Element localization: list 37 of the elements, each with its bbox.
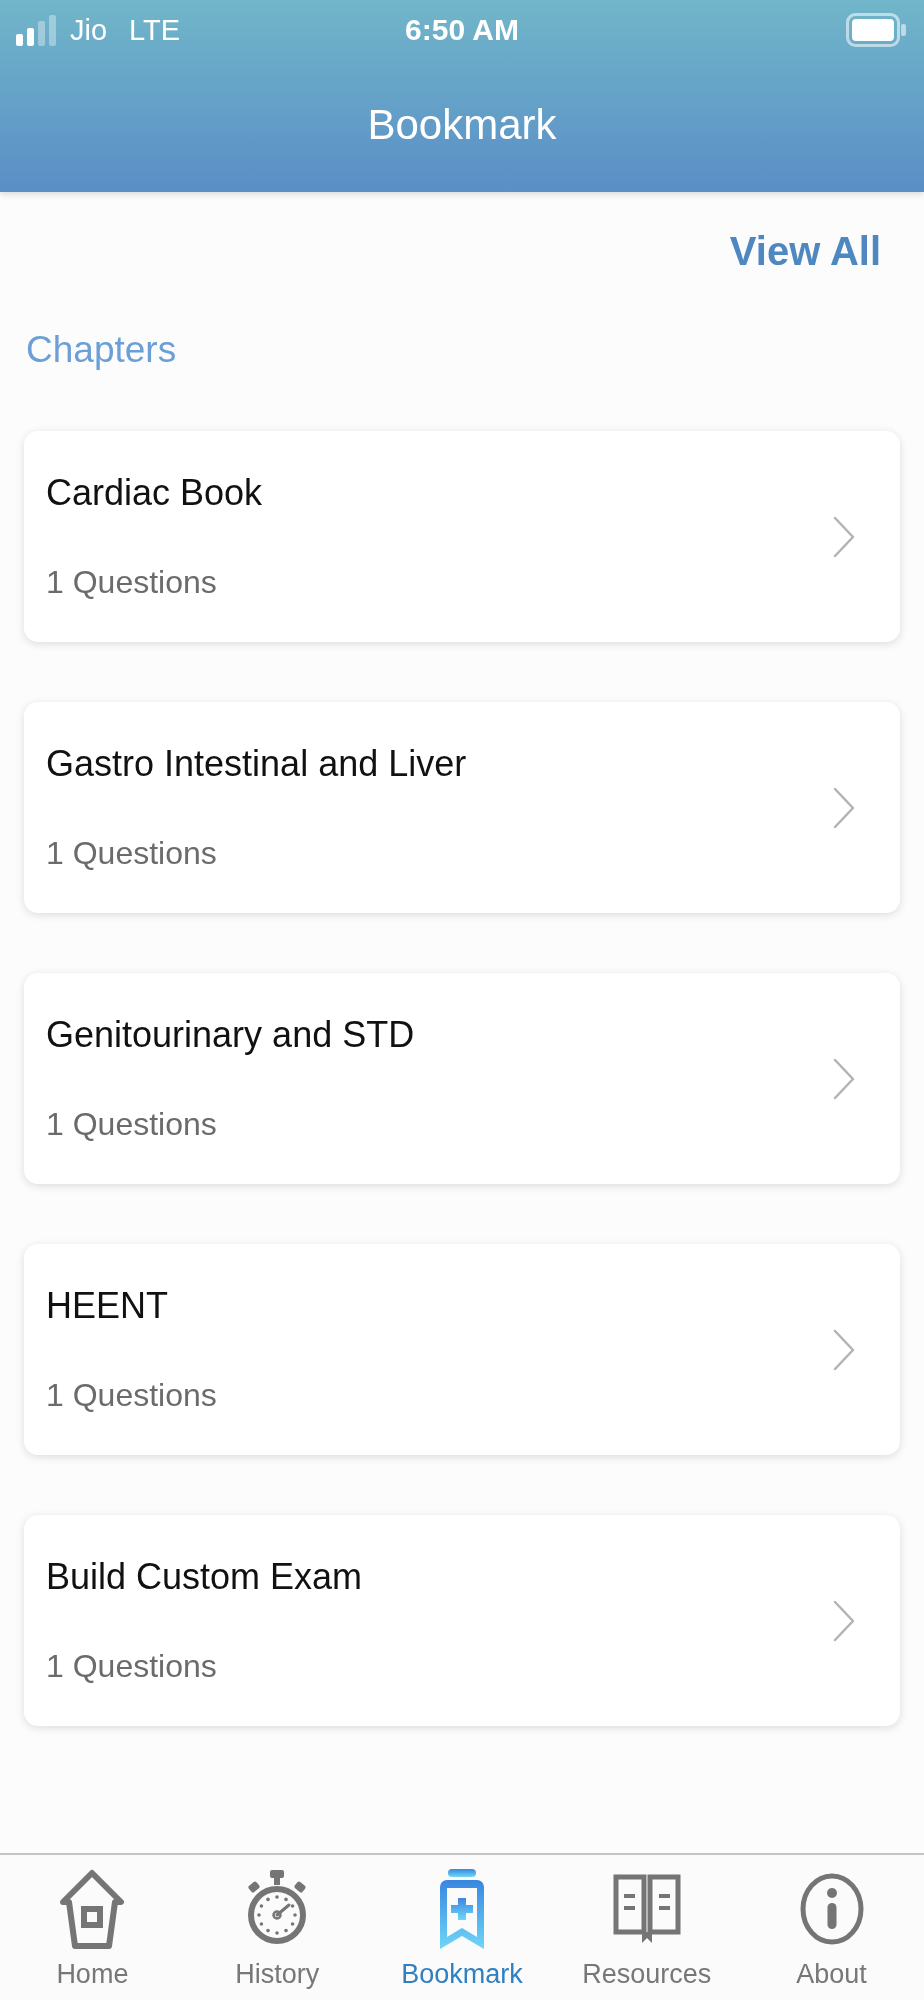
tab-bar-item[interactable]: About [739, 1855, 924, 2000]
chevron-right-icon [833, 1057, 855, 1100]
carrier-label: Jio [70, 15, 108, 45]
question-count: 1 Questions [46, 1647, 217, 1686]
open-book-icon [612, 1874, 681, 1944]
chapter-card[interactable]: Build Custom Exam 1 Questions [24, 1515, 900, 1726]
question-count: 1 Questions [46, 563, 217, 602]
chevron-right-icon [833, 1328, 855, 1371]
chapter-card[interactable]: HEENT 1 Questions [24, 1244, 900, 1455]
tab-bar-item[interactable]: Bookmark [369, 1855, 555, 2000]
chapter-card[interactable]: Gastro Intestinal and Liver 1 Questions [24, 702, 900, 913]
chapter-title: HEENT [46, 1284, 168, 1328]
bookmark-icon [439, 1868, 485, 1950]
chevron-right-icon [833, 515, 855, 558]
question-count: 1 Questions [46, 1105, 217, 1144]
tab-bar-item[interactable]: Resources [554, 1855, 740, 2000]
question-count: 1 Questions [46, 1376, 217, 1415]
chapter-title: Gastro Intestinal and Liver [46, 742, 467, 786]
chapter-title: Cardiac Book [46, 471, 263, 515]
info-icon [799, 1873, 864, 1945]
chapter-title: Genitourinary and STD [46, 1013, 415, 1057]
status-time: 6:50 AM [405, 15, 519, 45]
network-label: LTE [129, 15, 181, 45]
battery-icon [846, 13, 906, 47]
page-title: Bookmark [367, 104, 557, 146]
chapter-card[interactable]: Genitourinary and STD 1 Questions [24, 973, 900, 1184]
chevron-right-icon [833, 786, 855, 829]
house-icon [59, 1869, 126, 1949]
tab-bar-item[interactable]: Home [0, 1855, 185, 2000]
chapter-card[interactable]: Cardiac Book 1 Questions [24, 431, 900, 642]
section-heading: Chapters [26, 328, 177, 372]
tab-bar-item[interactable]: History [184, 1855, 370, 2000]
signal-icon [16, 14, 56, 46]
chevron-right-icon [833, 1599, 855, 1642]
question-count: 1 Questions [46, 834, 217, 873]
chapter-title: Build Custom Exam [46, 1555, 363, 1599]
view-all-link[interactable]: View All [729, 228, 881, 274]
